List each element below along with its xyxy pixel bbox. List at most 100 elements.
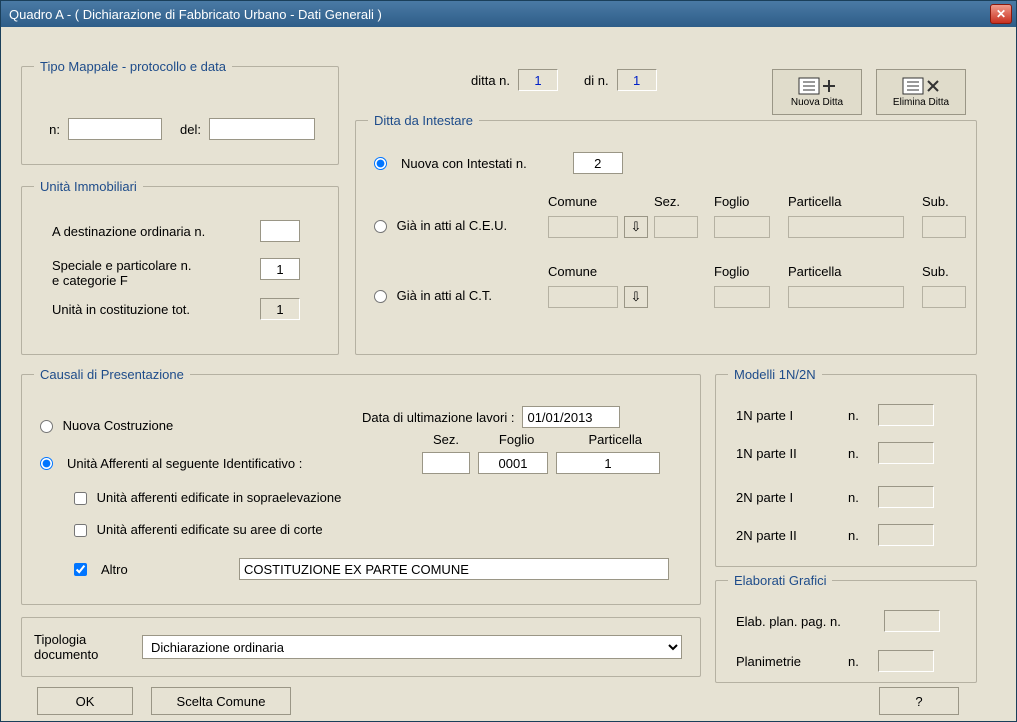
- arrow-down-icon: ⇩: [631, 289, 642, 305]
- tipo-del-input[interactable]: [209, 118, 315, 140]
- ditta-numbers: ditta n. di n.: [471, 69, 657, 91]
- modelli-n1: n.: [848, 408, 870, 423]
- causali-legend: Causali di Presentazione: [34, 367, 190, 382]
- documento-label: documento: [34, 647, 98, 662]
- tipologia-select[interactable]: Dichiarazione ordinaria: [142, 635, 682, 659]
- window: Quadro A - ( Dichiarazione di Fabbricato…: [0, 0, 1017, 722]
- nuova-intestati-input[interactable]: [573, 152, 623, 174]
- elab-r2: Planimetrie: [736, 654, 840, 669]
- a-dest-ord-input[interactable]: [260, 220, 300, 242]
- hdr-sub-1: Sub.: [922, 194, 949, 209]
- modelli-v2: [878, 442, 934, 464]
- radio-gia-ceu[interactable]: [374, 220, 387, 233]
- elimina-ditta-button[interactable]: Elimina Ditta: [876, 69, 966, 115]
- modelli-r2: 1N parte II: [736, 446, 840, 461]
- ct-sub: [922, 286, 966, 308]
- close-icon: ✕: [996, 7, 1006, 21]
- ceu-comune: [548, 216, 618, 238]
- ceu-sub: [922, 216, 966, 238]
- radio-nuova-costruzione[interactable]: [40, 420, 53, 433]
- modelli-v3: [878, 486, 934, 508]
- altro-input[interactable]: [239, 558, 669, 580]
- speciale-input[interactable]: [260, 258, 300, 280]
- modelli-n2: n.: [848, 446, 870, 461]
- ok-button[interactable]: OK: [37, 687, 133, 715]
- elimina-ditta-label: Elimina Ditta: [893, 97, 949, 108]
- chk-altro-label: Altro: [101, 562, 231, 577]
- foglio-hdr: Foglio: [482, 432, 552, 447]
- hdr-foglio-2: Foglio: [714, 264, 749, 279]
- modelli-v4: [878, 524, 934, 546]
- ditta-n-label: ditta n.: [471, 73, 510, 88]
- sez-hdr: Sez.: [422, 432, 470, 447]
- radio-nuova-intestati[interactable]: [374, 157, 387, 170]
- nuova-ditta-button[interactable]: Nuova Ditta: [772, 69, 862, 115]
- ct-lookup-button[interactable]: ⇩: [624, 286, 648, 308]
- ditta-intestare-group: Ditta da Intestare Nuova con Intestati n…: [355, 113, 977, 355]
- nuova-intestati-label: Nuova con Intestati n.: [401, 156, 527, 171]
- elab-v1: [884, 610, 940, 632]
- chk-aree-label: Unità afferenti edificate su aree di cor…: [97, 522, 323, 537]
- ceu-part: [788, 216, 904, 238]
- sez-input[interactable]: [422, 452, 470, 474]
- tipo-n-input[interactable]: [68, 118, 162, 140]
- chk-sopra-label: Unità afferenti edificate in sopraelevaz…: [97, 490, 342, 505]
- gia-ceu-label: Già in atti al C.E.U.: [397, 218, 508, 233]
- elimina-ditta-icon: [902, 77, 940, 95]
- tipo-mappale-legend: Tipo Mappale - protocollo e data: [34, 59, 232, 74]
- top-buttons: Nuova Ditta Elimina Ditta: [772, 69, 966, 115]
- ct-part: [788, 286, 904, 308]
- unita-immobiliari-legend: Unità Immobiliari: [34, 179, 143, 194]
- particella-input[interactable]: [556, 452, 660, 474]
- modelli-r1: 1N parte I: [736, 408, 840, 423]
- causali-group: Causali di Presentazione Nuova Costruzio…: [21, 367, 701, 605]
- modelli-group: Modelli 1N/2N 1N parte I n. 1N parte II …: [715, 367, 977, 567]
- elab-v2: [878, 650, 934, 672]
- di-n-label: di n.: [584, 73, 609, 88]
- modelli-n4: n.: [848, 528, 870, 543]
- hdr-sez-1: Sez.: [654, 194, 680, 209]
- ceu-lookup-button[interactable]: ⇩: [624, 216, 648, 238]
- tipo-mappale-group: Tipo Mappale - protocollo e data n: del:: [21, 59, 339, 165]
- hdr-comune-2: Comune: [548, 264, 597, 279]
- chk-sopraelevazione[interactable]: [74, 492, 87, 505]
- modelli-legend: Modelli 1N/2N: [728, 367, 822, 382]
- data-ultim-label: Data di ultimazione lavori :: [362, 410, 514, 425]
- ditta-n-value: [518, 69, 558, 91]
- titlebar: Quadro A - ( Dichiarazione di Fabbricato…: [1, 1, 1016, 27]
- tipologia-group: Tipologia documento Dichiarazione ordina…: [21, 617, 701, 677]
- a-dest-ord-label: A destinazione ordinaria n.: [52, 224, 252, 239]
- ct-comune: [548, 286, 618, 308]
- modelli-n3: n.: [848, 490, 870, 505]
- client-area: ditta n. di n. Nuova Ditta Elimina Di: [1, 27, 1016, 721]
- speciale-label2: e categorie F: [52, 273, 128, 288]
- ceu-foglio: [714, 216, 770, 238]
- nuova-ditta-label: Nuova Ditta: [791, 97, 843, 108]
- chk-aree-corte[interactable]: [74, 524, 87, 537]
- chk-altro[interactable]: [74, 563, 87, 576]
- close-button[interactable]: ✕: [990, 4, 1012, 24]
- radio-gia-ct[interactable]: [374, 290, 387, 303]
- di-n-value: [617, 69, 657, 91]
- elab-r1: Elab. plan. pag. n.: [736, 614, 876, 629]
- modelli-r4: 2N parte II: [736, 528, 840, 543]
- in-cost-value: [260, 298, 300, 320]
- hdr-sub-2: Sub.: [922, 264, 949, 279]
- help-button[interactable]: ?: [879, 687, 959, 715]
- hdr-foglio-1: Foglio: [714, 194, 749, 209]
- data-ultim-input[interactable]: [522, 406, 620, 428]
- unita-afferenti-label: Unità Afferenti al seguente Identificati…: [67, 456, 302, 471]
- nuova-costruzione-label: Nuova Costruzione: [63, 418, 174, 433]
- modelli-r3: 2N parte I: [736, 490, 840, 505]
- scelta-comune-button[interactable]: Scelta Comune: [151, 687, 291, 715]
- arrow-down-icon: ⇩: [631, 219, 642, 235]
- window-title: Quadro A - ( Dichiarazione di Fabbricato…: [5, 7, 990, 22]
- modelli-v1: [878, 404, 934, 426]
- in-cost-label: Unità in costituzione tot.: [52, 302, 252, 317]
- nuova-ditta-icon: [798, 77, 836, 95]
- foglio-input[interactable]: [478, 452, 548, 474]
- hdr-comune-1: Comune: [548, 194, 597, 209]
- unita-immobiliari-group: Unità Immobiliari A destinazione ordinar…: [21, 179, 339, 355]
- tipologia-label: Tipologia: [34, 632, 86, 647]
- radio-unita-afferenti[interactable]: [40, 457, 53, 470]
